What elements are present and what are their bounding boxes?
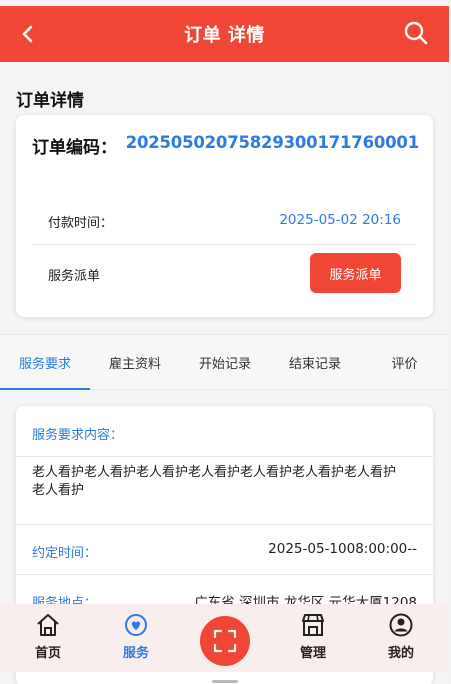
user-icon: [389, 613, 413, 637]
order-code-label: 订单编码：: [32, 138, 117, 158]
nav-home-label: 首页: [34, 646, 61, 661]
section-title: 订单详情: [16, 91, 84, 111]
search-button[interactable]: [403, 20, 431, 48]
order-info-card: 订单编码： 20250502075829300171760001 付款时间： 2…: [16, 115, 433, 317]
divider: [32, 244, 417, 245]
shop-icon: [302, 614, 324, 636]
heart-icon: [125, 614, 147, 636]
top-bar: 订单 详情: [0, 6, 449, 62]
search-icon: [404, 21, 428, 45]
dispatch-button[interactable]: 服务派单: [310, 253, 401, 293]
content-label: 服务要求内容：: [32, 428, 124, 443]
divider: [16, 456, 433, 457]
scan-icon: [213, 629, 237, 653]
tab-review[interactable]: 评价: [360, 335, 449, 390]
back-button[interactable]: [14, 20, 42, 48]
divider: [16, 574, 433, 575]
tab-service-requirements[interactable]: 服务要求: [0, 335, 90, 390]
tab-employer-info[interactable]: 雇主资料: [90, 335, 180, 390]
content-text: 老人看护老人看护老人看护老人看护老人看护老人看护老人看护老人看护: [32, 465, 397, 498]
dispatch-label: 服务派单: [48, 269, 101, 284]
time-value: 2025-05-1008:00:00--: [268, 541, 417, 557]
nav-manage[interactable]: 管理: [281, 612, 345, 661]
pay-time-value: 2025-05-02 20:16: [279, 212, 401, 228]
pay-time-label: 付款时间：: [48, 216, 114, 231]
nav-manage-label: 管理: [299, 646, 326, 661]
chevron-left-icon: [22, 25, 33, 43]
tab-end-record[interactable]: 结束记录: [270, 335, 360, 390]
page-title: 订单 详情: [184, 25, 265, 46]
nav-service-label: 服务: [122, 646, 149, 661]
home-indicator: [212, 680, 238, 683]
nav-mine[interactable]: 我的: [369, 612, 433, 661]
app-screen: 订单 详情 订单详情 订单编码： 20250502075829300171760…: [0, 6, 449, 684]
time-label: 约定时间：: [32, 546, 98, 561]
tab-start-record[interactable]: 开始记录: [180, 335, 270, 390]
order-code-value: 20250502075829300171760001: [125, 133, 420, 152]
active-tab-indicator: [0, 388, 90, 390]
nav-home[interactable]: 首页: [16, 612, 80, 661]
scan-button[interactable]: [200, 616, 250, 666]
detail-tabs: 服务要求 雇主资料 开始记录 结束记录 评价: [0, 334, 449, 390]
home-icon: [37, 614, 59, 636]
nav-mine-label: 我的: [387, 646, 414, 661]
nav-service[interactable]: 服务: [104, 612, 168, 661]
divider: [16, 524, 433, 525]
